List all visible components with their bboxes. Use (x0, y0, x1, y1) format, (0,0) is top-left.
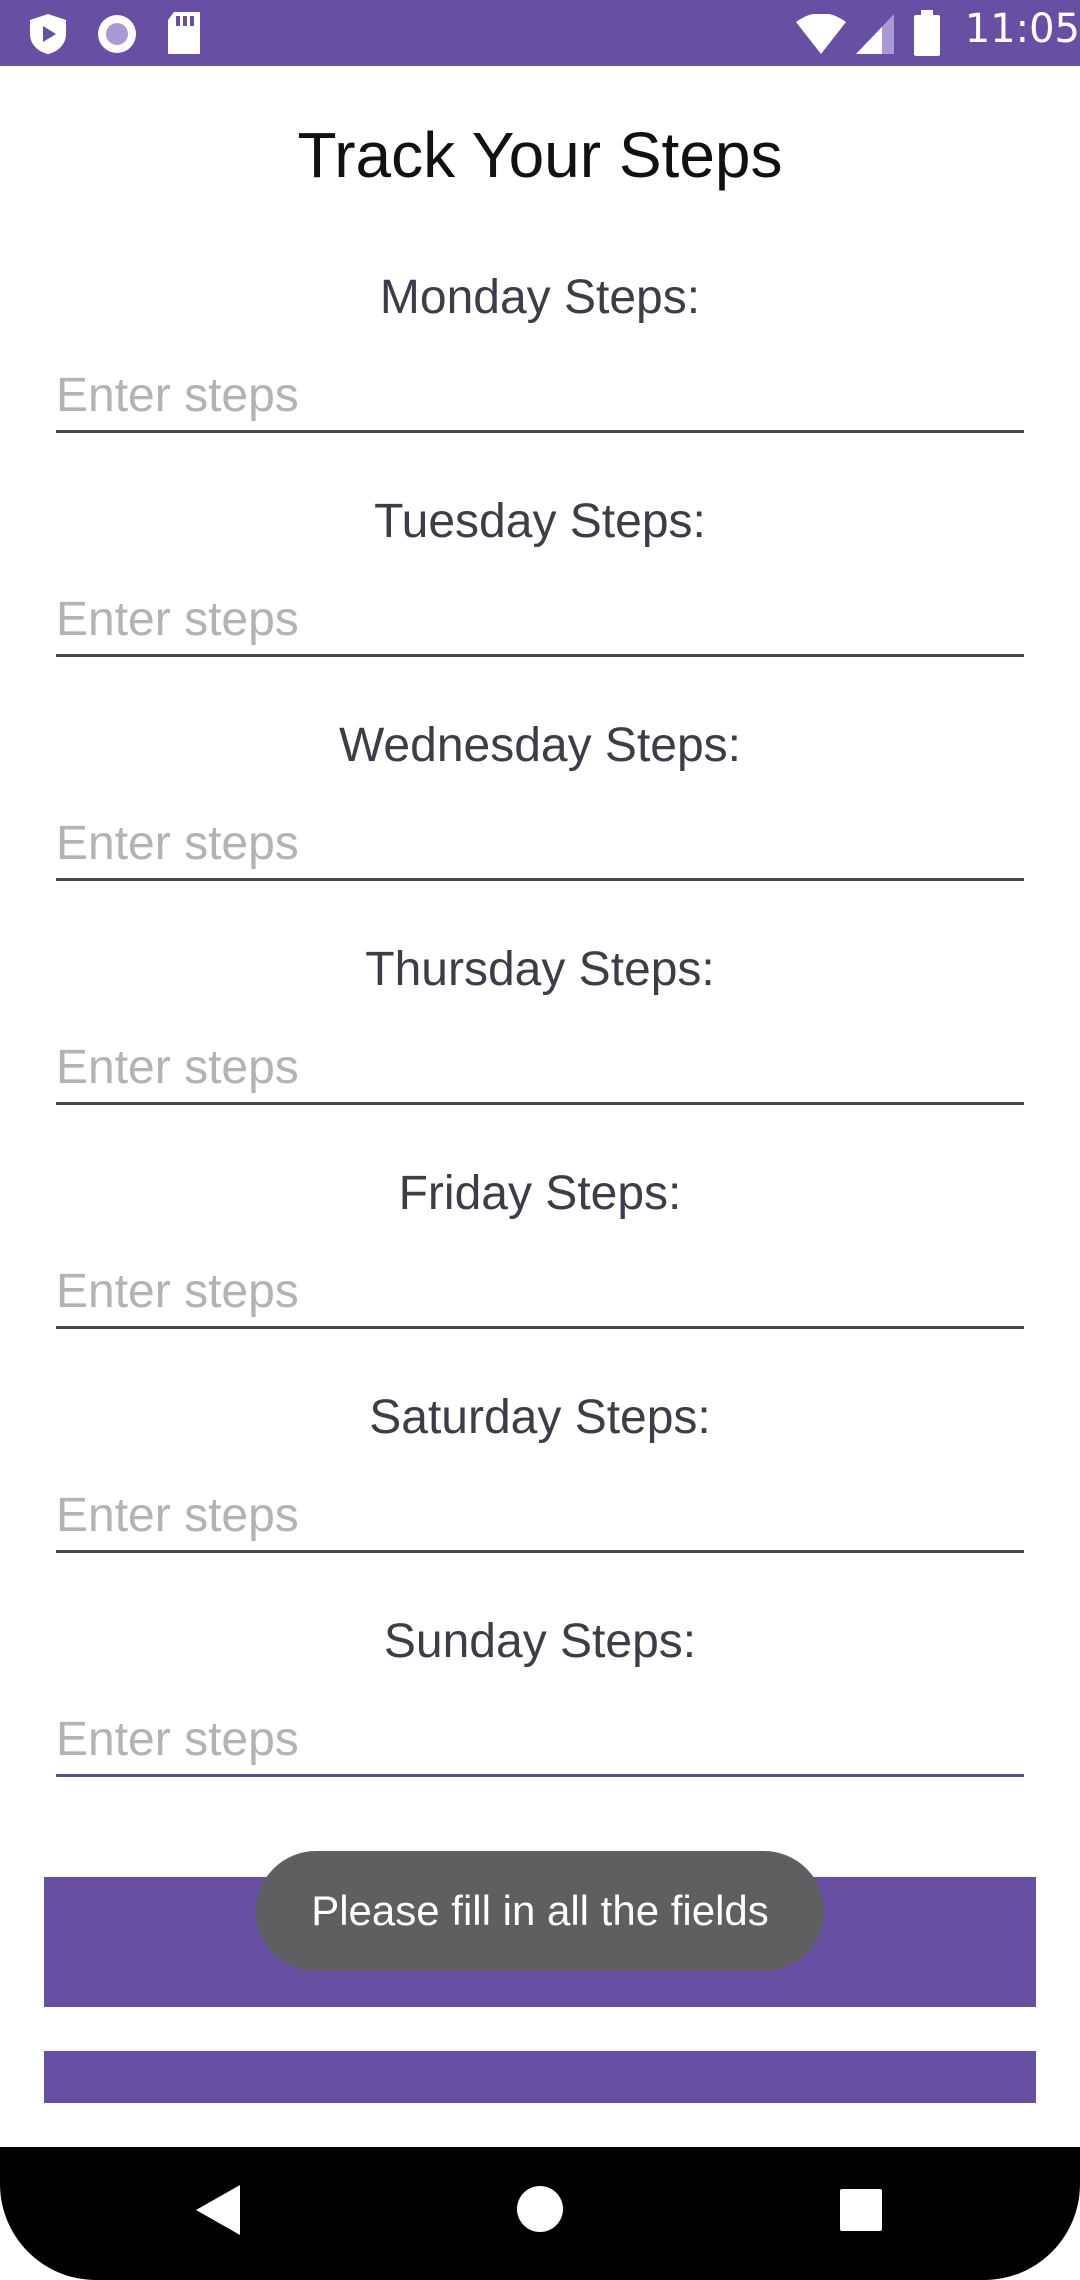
status-icons: 11:05 (0, 0, 1080, 66)
friday-steps-input[interactable] (56, 1256, 1024, 1329)
wifi-icon (796, 14, 846, 54)
thursday-steps-input[interactable] (56, 1032, 1024, 1105)
sunday-steps-input[interactable] (56, 1704, 1024, 1777)
saturday-steps-input[interactable] (56, 1480, 1024, 1553)
sunday-label: Sunday Steps: (383, 1615, 697, 1668)
friday-label: Friday Steps: (398, 1167, 682, 1220)
monday-label: Monday Steps: (379, 271, 701, 324)
battery-icon (914, 10, 940, 56)
circle-icon (98, 15, 136, 53)
status-time: 11:05 (964, 6, 1080, 52)
home-icon[interactable] (516, 2185, 564, 2233)
secondary-button[interactable] (44, 2051, 1036, 2103)
shield-play-icon (30, 14, 66, 54)
wednesday-steps-input[interactable] (56, 808, 1024, 881)
wednesday-label: Wednesday Steps: (338, 719, 742, 772)
saturday-label: Saturday Steps: (369, 1391, 711, 1444)
monday-steps-input[interactable] (56, 360, 1024, 433)
navigation-bar (0, 2147, 1080, 2280)
tuesday-steps-input[interactable] (56, 584, 1024, 657)
toast-message: Please fill in all the fields (256, 1851, 824, 1971)
recents-icon[interactable] (838, 2187, 884, 2233)
back-icon[interactable] (196, 2185, 242, 2235)
signal-icon (856, 14, 894, 54)
sd-card-icon (168, 12, 200, 54)
page-title: Track Your Steps (297, 119, 783, 191)
tuesday-label: Tuesday Steps: (374, 495, 706, 548)
thursday-label: Thursday Steps: (365, 943, 715, 996)
status-bar: 11:05 (0, 0, 1080, 66)
